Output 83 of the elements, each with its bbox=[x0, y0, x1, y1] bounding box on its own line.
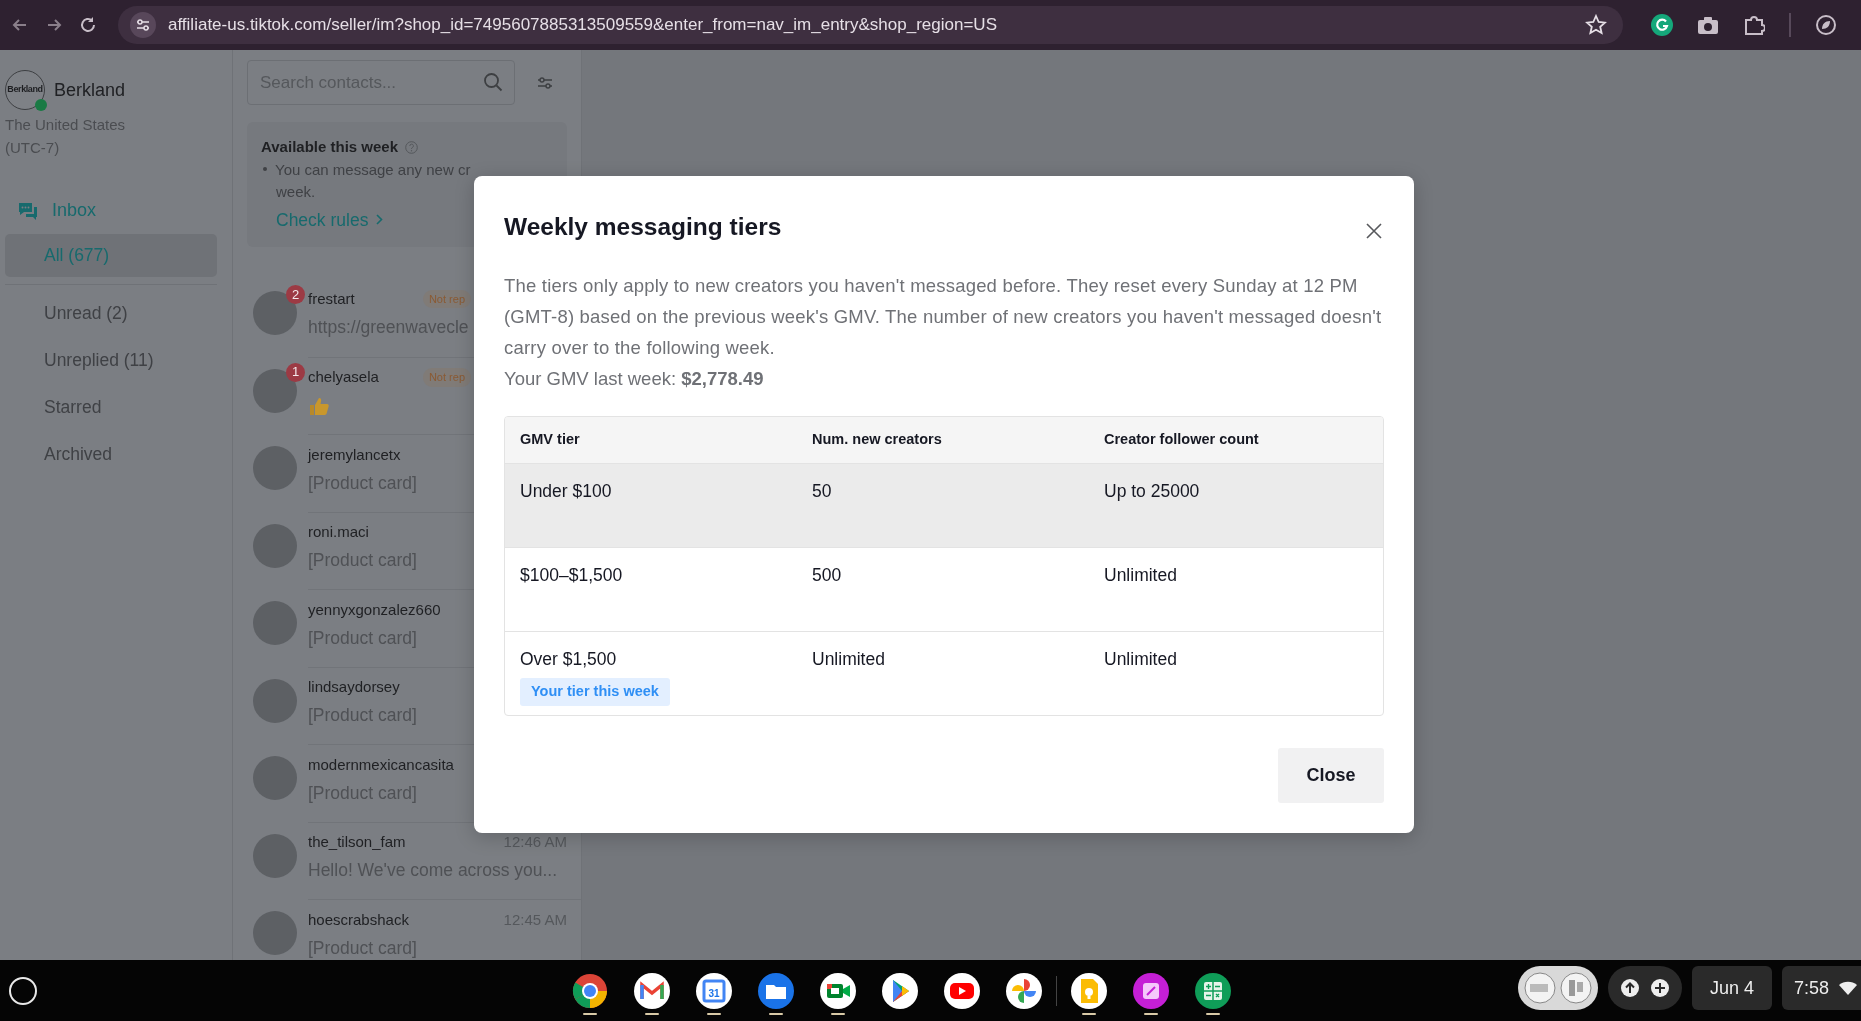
dialog-description: The tiers only apply to new creators you haven't messaged before. They reset every Sunday at 12 PM (GMT-8) based on the previous week's GMV. The number of new creators you haven't messaged doesn't carry over to the following week. bbox=[504, 274, 1383, 360]
folder-app-icon[interactable] bbox=[758, 972, 794, 1009]
column-header: GMV tier bbox=[520, 430, 581, 450]
photo-placeholder bbox=[253, 833, 297, 878]
note-app-icon[interactable] bbox=[1071, 972, 1107, 1009]
status-tag: Not rep bbox=[422, 368, 471, 387]
table-cell-text: Unlimited bbox=[1104, 564, 1178, 587]
inbox-heading: Inbox bbox=[52, 199, 97, 222]
card-text: You can message any new cr bbox=[275, 160, 471, 178]
inbox-filter-item[interactable]: Archived bbox=[5, 433, 217, 476]
close-dialog-button[interactable]: Close bbox=[1278, 748, 1384, 803]
photo-placeholder bbox=[253, 523, 297, 568]
add-icon[interactable] bbox=[1649, 978, 1670, 998]
contact-name: lindsaydorsey bbox=[308, 677, 400, 698]
gmv-summary: Your GMV last week: $2,778.49 bbox=[504, 367, 765, 391]
photo-placeholder bbox=[253, 678, 297, 723]
contact-name: jeremylancetx bbox=[308, 444, 401, 465]
play-store-app-icon[interactable] bbox=[882, 972, 918, 1009]
contact-name: frestart bbox=[308, 288, 355, 309]
inbox-filter-item[interactable]: Unreplied (11) bbox=[5, 339, 217, 382]
table-cell-text: $100–$1,500 bbox=[520, 564, 624, 587]
table-cell-text: 500 bbox=[812, 564, 843, 587]
shop-name: Berkland bbox=[54, 78, 126, 102]
dialog-title: Weekly messaging tiers bbox=[504, 212, 782, 242]
table-cell-text: 50 bbox=[812, 480, 833, 503]
photo-placeholder bbox=[253, 911, 297, 955]
date-button[interactable]: Jun 4 bbox=[1691, 966, 1772, 1010]
contact-name: the_tilson_fam bbox=[308, 832, 406, 853]
contact-name: modernmexicancasita bbox=[308, 754, 454, 775]
table-cell-text: Up to 25000 bbox=[1104, 480, 1201, 503]
table-cell-text: Unlimited bbox=[812, 648, 886, 671]
table-cell-text: Unlimited bbox=[1104, 648, 1178, 671]
chevron-right-icon bbox=[376, 214, 384, 226]
url-text: affiliate-us.tiktok.com/seller/im?shop_id=7495607885313509559&enter_from=nav_im_entry&shop_region=US bbox=[168, 14, 998, 37]
pinwheel-app-icon[interactable] bbox=[1006, 972, 1042, 1009]
puzzle-icon[interactable] bbox=[1743, 14, 1765, 36]
wifi-icon[interactable] bbox=[1839, 981, 1857, 995]
photo-placeholder bbox=[253, 756, 297, 800]
star-icon[interactable] bbox=[1585, 14, 1607, 36]
calculator-app-icon[interactable] bbox=[1195, 972, 1231, 1009]
contact-name: yennyxgonzalez660 bbox=[308, 599, 441, 620]
card-text: week. bbox=[276, 182, 316, 200]
card-title: Available this week bbox=[261, 137, 398, 157]
reload-icon[interactable] bbox=[78, 15, 98, 35]
browser-app-icon[interactable] bbox=[572, 972, 608, 1009]
address-bar[interactable]: affiliate-us.tiktok.com/seller/im?shop_id=7495607885313509559&enter_from=nav_im_entry&shop_region=US bbox=[118, 6, 1623, 44]
clock-time: 7:58 bbox=[1793, 976, 1829, 1000]
contact-name: roni.maci bbox=[308, 522, 369, 543]
chat-bubbles-icon bbox=[18, 201, 38, 220]
inbox-filter-item[interactable]: Unread (2) bbox=[5, 292, 217, 335]
grammar-extension-icon[interactable] bbox=[1651, 14, 1673, 36]
shop-logo: Berkland bbox=[5, 70, 45, 110]
video-player-app-icon[interactable] bbox=[944, 972, 980, 1009]
contact-name: chelyasela bbox=[308, 367, 379, 388]
drawing-app-icon[interactable] bbox=[1133, 972, 1169, 1009]
contact-name: hoescrabshack bbox=[308, 909, 409, 930]
photo-placeholder bbox=[253, 368, 297, 413]
photo-placeholder bbox=[253, 291, 297, 335]
column-header: Creator follower count bbox=[1104, 430, 1260, 450]
filter-sliders-icon[interactable] bbox=[537, 75, 553, 90]
search-icon bbox=[483, 72, 503, 92]
upload-icon[interactable] bbox=[1619, 978, 1640, 998]
screenshot-preview-icon bbox=[1559, 972, 1592, 1004]
close-icon bbox=[1366, 222, 1382, 239]
status-tag: Not rep bbox=[422, 289, 471, 309]
column-header: Num. new creators bbox=[812, 430, 943, 450]
table-cell-text: Over $1,500 bbox=[520, 648, 618, 671]
current-tier-badge: Your tier this week bbox=[520, 678, 670, 706]
mail-app-icon[interactable] bbox=[634, 972, 670, 1009]
calendar-app-icon[interactable]: 31 bbox=[696, 972, 732, 1009]
unread-count: 2 bbox=[286, 285, 305, 304]
inbox-filter-item[interactable]: Starred bbox=[5, 386, 217, 429]
launcher-button[interactable] bbox=[9, 976, 37, 1005]
site-settings-icon[interactable] bbox=[130, 12, 156, 38]
photo-placeholder bbox=[253, 601, 297, 645]
screenshot-preview-icon bbox=[1523, 972, 1556, 1004]
screenshot-thumbnails[interactable] bbox=[1517, 966, 1598, 1010]
table-cell-text: Under $100 bbox=[520, 480, 613, 503]
camera-icon[interactable] bbox=[1697, 15, 1719, 35]
unread-count: 1 bbox=[286, 362, 305, 382]
video-call-app-icon[interactable] bbox=[820, 972, 856, 1009]
photo-placeholder bbox=[253, 446, 297, 490]
leaf-circle-icon[interactable] bbox=[1815, 14, 1837, 36]
